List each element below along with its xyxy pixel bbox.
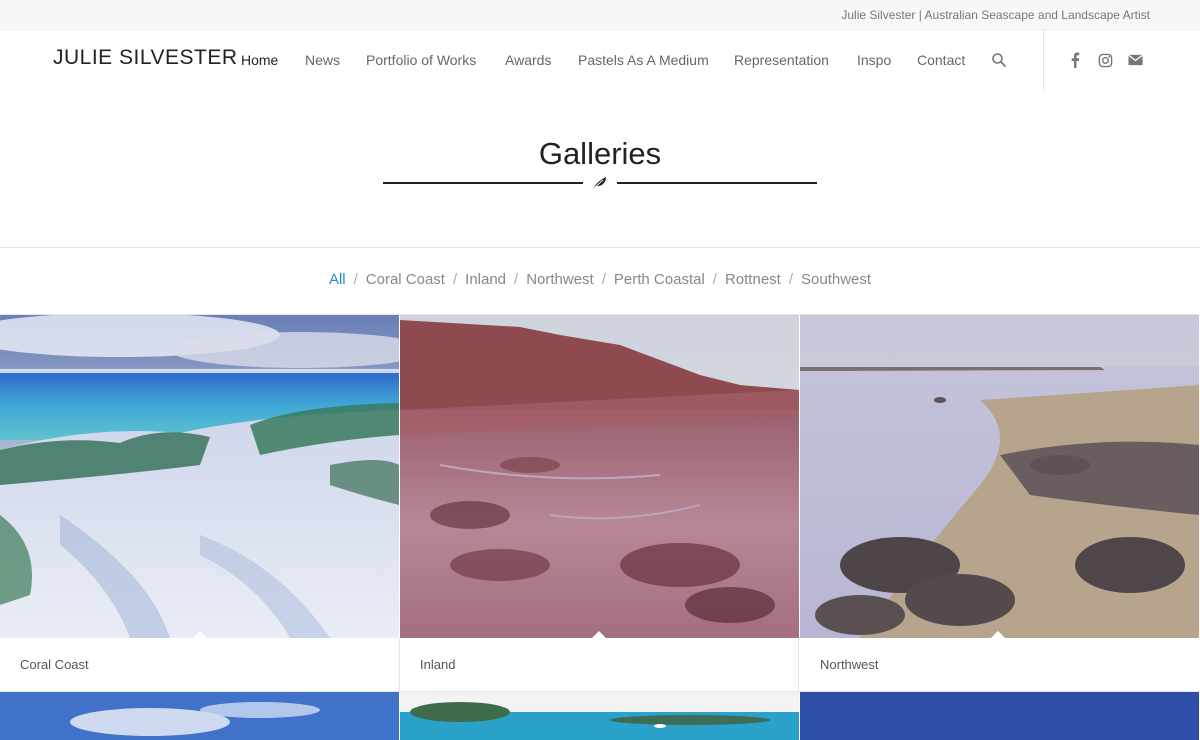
painting-image[interactable] xyxy=(800,315,1199,638)
filter-separator: / xyxy=(452,271,458,288)
leaf-icon xyxy=(591,176,609,190)
caption-pointer xyxy=(991,631,1005,638)
card-divider xyxy=(399,638,400,691)
mail-icon[interactable] xyxy=(1126,51,1144,69)
filter-rottnest[interactable]: Rottnest xyxy=(725,271,781,288)
caption-pointer xyxy=(592,631,606,638)
nav-item-home[interactable]: Home xyxy=(241,52,278,68)
filter-southwest[interactable]: Southwest xyxy=(801,271,871,288)
filter-separator: / xyxy=(712,271,717,288)
facebook-icon[interactable] xyxy=(1066,51,1084,69)
site-tagline: Julie Silvester | Australian Seascape an… xyxy=(841,8,1150,22)
title-divider-left xyxy=(383,182,583,184)
nav-item-pastels[interactable]: Pastels As A Medium xyxy=(578,52,709,68)
nav-item-inspo[interactable]: Inspo xyxy=(857,52,891,68)
nav-item-news[interactable]: News xyxy=(305,52,340,68)
nav-item-portfolio[interactable]: Portfolio of Works xyxy=(366,52,476,68)
instagram-icon[interactable] xyxy=(1096,51,1114,69)
card-divider xyxy=(798,638,799,691)
nav-item-contact[interactable]: Contact xyxy=(917,52,965,68)
page-title: Galleries xyxy=(538,136,662,171)
filter-separator: / xyxy=(353,271,358,288)
header-divider xyxy=(1043,30,1044,91)
top-info-bar: Julie Silvester | Australian Seascape an… xyxy=(0,0,1200,30)
card-caption[interactable]: Inland xyxy=(420,657,455,672)
filter-perth-coastal[interactable]: Perth Coastal xyxy=(614,271,705,288)
gallery-card-row2-2[interactable] xyxy=(400,692,799,740)
filter-separator: / xyxy=(788,271,794,288)
card-caption[interactable]: Northwest xyxy=(820,657,879,672)
filter-all[interactable]: All xyxy=(329,271,346,288)
filter-coral-coast[interactable]: Coral Coast xyxy=(366,271,445,288)
gallery-card-row2-3[interactable] xyxy=(800,692,1199,740)
nav-item-representation[interactable]: Representation xyxy=(734,52,829,68)
title-divider-right xyxy=(617,182,817,184)
section-divider xyxy=(0,247,1200,248)
gallery-card-northwest[interactable]: Northwest xyxy=(800,315,1200,691)
nav-item-awards[interactable]: Awards xyxy=(505,52,551,68)
card-caption[interactable]: Coral Coast xyxy=(20,657,89,672)
filter-separator: / xyxy=(601,271,606,288)
filter-separator: / xyxy=(514,271,519,288)
search-icon[interactable] xyxy=(991,52,1007,68)
filter-northwest[interactable]: Northwest xyxy=(526,271,594,288)
gallery-filter-bar: All / Coral Coast / Inland / Northwest / Perth C… xyxy=(0,271,1200,288)
gallery-card-row2-1[interactable] xyxy=(0,692,399,740)
painting-image[interactable] xyxy=(400,315,799,638)
filter-inland[interactable]: Inland xyxy=(465,271,506,288)
gallery-card-coral-coast[interactable]: Coral Coast xyxy=(0,315,400,691)
site-logo[interactable]: JULIE SILVESTER xyxy=(53,46,238,70)
caption-pointer xyxy=(193,631,207,638)
painting-image[interactable] xyxy=(0,315,399,638)
gallery-card-inland[interactable]: Inland xyxy=(400,315,800,691)
site-header: JULIE SILVESTER Home News Portfolio of W… xyxy=(0,30,1200,92)
